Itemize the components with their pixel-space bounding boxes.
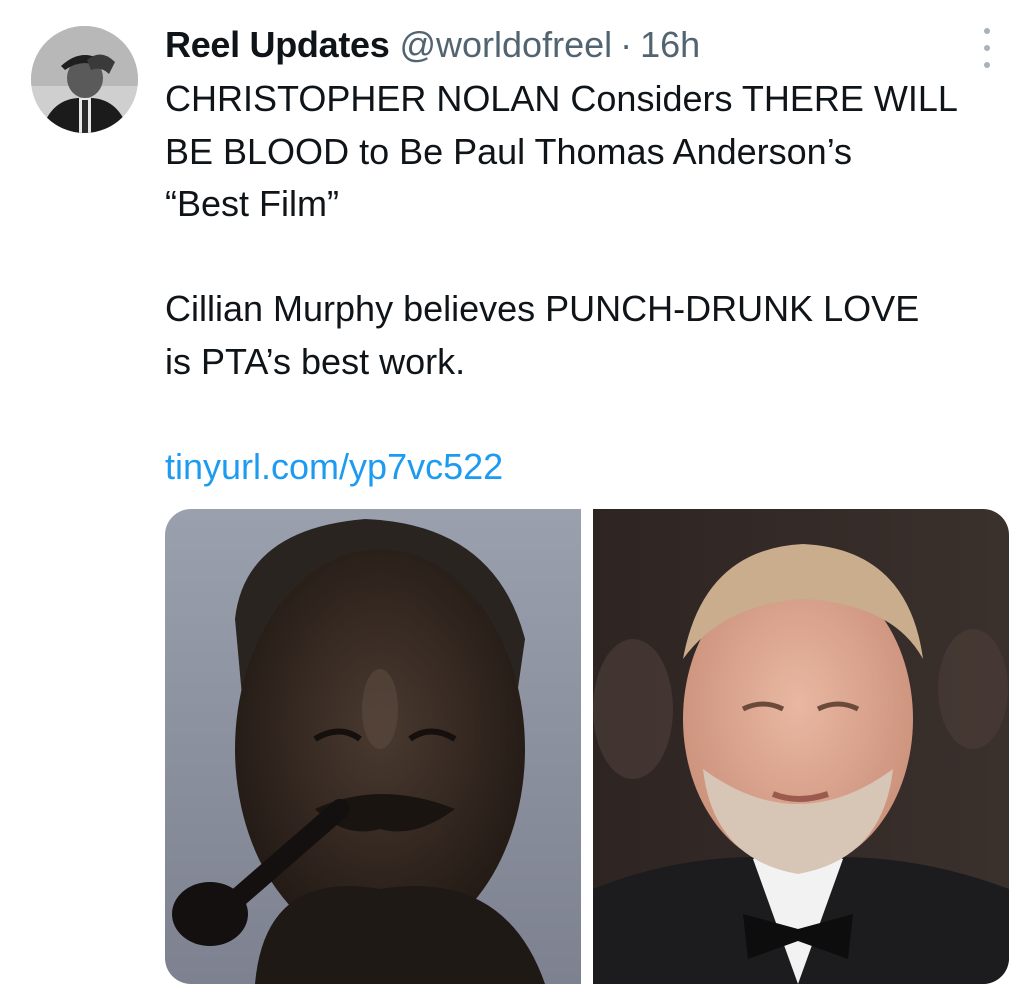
- paragraph-break: [165, 231, 1015, 284]
- more-dot: [984, 45, 990, 51]
- tweet-text-line: BE BLOOD to Be Paul Thomas Anderson’s: [165, 130, 853, 172]
- tweet-card[interactable]: Reel Updates @worldofreel · 16h CHRISTOP…: [0, 0, 1024, 997]
- tweet-text: CHRISTOPHER NOLAN Considers THERE WILL B…: [165, 73, 1015, 493]
- more-options-icon[interactable]: [970, 28, 1004, 68]
- separator-dot: ·: [620, 24, 633, 65]
- photo-man-in-tuxedo-icon: [593, 509, 1009, 984]
- more-dot: [984, 28, 990, 34]
- tweet-header: Reel Updates @worldofreel · 16h: [165, 20, 700, 70]
- more-dot: [984, 62, 990, 68]
- tweet-text-line: CHRISTOPHER NOLAN Considers THERE WILL: [165, 78, 958, 119]
- paragraph-break: [165, 388, 1015, 441]
- tweet-link[interactable]: tinyurl.com/yp7vc522: [165, 441, 1015, 494]
- avatar[interactable]: [31, 26, 138, 133]
- display-name[interactable]: Reel Updates: [165, 20, 390, 70]
- avatar-photo-icon: [31, 26, 138, 133]
- timestamp[interactable]: 16h: [640, 20, 700, 70]
- tweet-text-line: “Best Film”: [165, 183, 339, 224]
- media-photo-1[interactable]: [165, 509, 581, 984]
- media-photo-2[interactable]: [593, 509, 1009, 984]
- tweet-text-line: is PTA’s best work.: [165, 340, 466, 382]
- photo-man-with-pipe-icon: [165, 509, 581, 984]
- user-handle[interactable]: @worldofreel: [399, 20, 612, 70]
- tweet-text-line: Cillian Murphy believes PUNCH-DRUNK LOVE: [165, 288, 920, 329]
- media-grid: [165, 509, 1009, 984]
